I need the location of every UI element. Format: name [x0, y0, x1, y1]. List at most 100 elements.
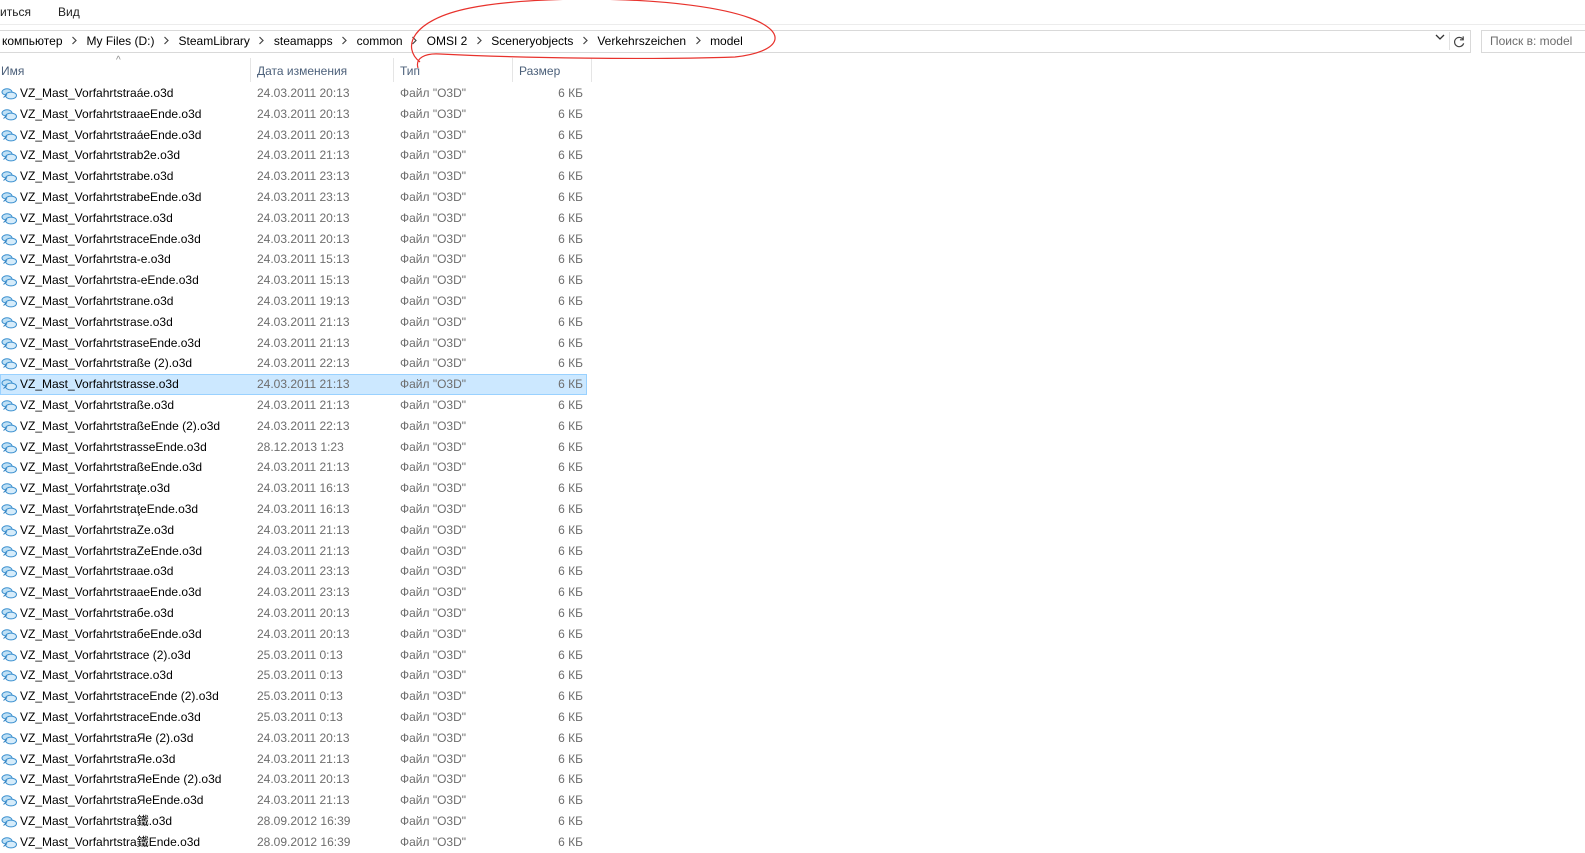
file-type: Файл "O3D": [400, 626, 467, 641]
breadcrumb-item[interactable]: My Files (D:): [85, 34, 157, 48]
file-row[interactable]: VZ_Mast_VorfahrtstraaeEnde.o3d 24.03.2011…: [0, 582, 587, 603]
breadcrumb-item[interactable]: model: [708, 34, 745, 48]
o3d-file-icon: [1, 336, 18, 351]
file-row[interactable]: VZ_Mast_Vorfahrtstrabe.o3d 24.03.2011 23:…: [0, 166, 587, 187]
file-row[interactable]: VZ_Mast_Vorfahrtstraţe.o3d 24.03.2011 16:…: [0, 478, 587, 499]
column-divider[interactable]: [512, 58, 513, 82]
file-type: Файл "O3D": [400, 293, 467, 308]
file-row[interactable]: VZ_Mast_VorfahrtstraßeEnde (2).o3d 24.03.…: [0, 416, 587, 437]
file-row[interactable]: VZ_Mast_Vorfahrtstrace (2).o3d 25.03.2011…: [0, 645, 587, 666]
column-header-date[interactable]: Дата изменения: [257, 64, 347, 78]
file-type: Файл "O3D": [400, 314, 467, 329]
file-name: VZ_Mast_VorfahrtstraßeEnde.o3d: [20, 460, 203, 475]
file-type: Файл "O3D": [400, 148, 467, 163]
breadcrumb: компьютер My Files (D:) SteamLibrary steama…: [0, 34, 745, 48]
file-type: Файл "O3D": [400, 252, 467, 267]
file-row[interactable]: VZ_Mast_Vorfahrtstra鐵Ende.o3d 28.09.2012 …: [0, 832, 587, 853]
file-size: 6 КБ: [558, 460, 583, 475]
address-bar[interactable]: компьютер My Files (D:) SteamLibrary steama…: [0, 30, 1471, 53]
file-row[interactable]: VZ_Mast_Vorfahrtstrane.o3d 24.03.2011 19:…: [0, 291, 587, 312]
menu-view[interactable]: Вид: [58, 5, 80, 19]
file-row[interactable]: VZ_Mast_VorfahrtstraЯe.o3d 24.03.2011 21:…: [0, 749, 587, 770]
column-header-size[interactable]: Размер: [519, 64, 560, 78]
chevron-right-icon[interactable]: [157, 36, 177, 48]
column-divider[interactable]: [393, 58, 394, 82]
file-row[interactable]: VZ_Mast_Vorfahrtstraße (2).o3d 24.03.2011…: [0, 353, 587, 374]
file-row[interactable]: VZ_Mast_VorfahrtstraßeEnde.o3d 24.03.2011…: [0, 457, 587, 478]
file-size: 6 КБ: [558, 293, 583, 308]
chevron-right-icon[interactable]: [252, 36, 272, 48]
file-row[interactable]: VZ_Mast_VorfahrtstraceEnde.o3d 25.03.2011…: [0, 707, 587, 728]
search-input[interactable]: Поиск в: model: [1490, 34, 1572, 48]
file-row[interactable]: VZ_Mast_VorfahrtstraceEnde.o3d 24.03.2011…: [0, 229, 587, 250]
o3d-file-icon: [1, 710, 18, 725]
file-row[interactable]: VZ_Mast_Vorfahrtstraße.o3d 24.03.2011 21:…: [0, 395, 587, 416]
column-divider[interactable]: [591, 58, 592, 82]
file-row[interactable]: VZ_Mast_VorfahrtstraбeEnde.o3d 24.03.2011…: [0, 624, 587, 645]
file-name: VZ_Mast_VorfahrtstraЯeEnde.o3d: [20, 793, 204, 808]
chevron-right-icon[interactable]: [469, 36, 489, 48]
file-row[interactable]: VZ_Mast_VorfahrtstraЯeEnde (2).o3d 24.03.…: [0, 769, 587, 790]
chevron-down-icon[interactable]: [1432, 32, 1448, 50]
file-type: Файл "O3D": [400, 481, 467, 496]
breadcrumb-item[interactable]: компьютер: [0, 34, 65, 48]
file-row[interactable]: VZ_Mast_VorfahrtstraЯe (2).o3d 24.03.2011…: [0, 728, 587, 749]
file-row[interactable]: VZ_Mast_VorfahrtstraseEnde.o3d 24.03.2011…: [0, 333, 587, 354]
file-date-modified: 24.03.2011 23:13: [257, 169, 350, 184]
breadcrumb-item[interactable]: OMSI 2: [425, 34, 470, 48]
file-row[interactable]: VZ_Mast_Vorfahrtstrace.o3d 25.03.2011 0:1…: [0, 665, 587, 686]
chevron-right-icon[interactable]: [688, 36, 708, 48]
file-row[interactable]: VZ_Mast_VorfahrtstrasseEnde.o3d 28.12.201…: [0, 437, 587, 458]
file-name: VZ_Mast_Vorfahrtstra鐵Ende.o3d: [20, 834, 201, 849]
file-row[interactable]: VZ_Mast_Vorfahrtstrab2e.o3d 24.03.2011 21…: [0, 145, 587, 166]
o3d-file-icon: [1, 107, 18, 122]
file-row[interactable]: VZ_Mast_VorfahrtstrabeEnde.o3d 24.03.2011…: [0, 187, 587, 208]
file-date-modified: 25.03.2011 0:13: [257, 709, 343, 724]
column-divider[interactable]: [250, 58, 251, 82]
chevron-right-icon[interactable]: [335, 36, 355, 48]
breadcrumb-item[interactable]: common: [355, 34, 405, 48]
chevron-right-icon[interactable]: [405, 36, 425, 48]
file-row[interactable]: VZ_Mast_Vorfahrtstrasse.o3d 24.03.2011 21…: [0, 374, 587, 395]
file-name: VZ_Mast_Vorfahrtstraae.o3d: [20, 564, 174, 579]
file-row[interactable]: VZ_Mast_VorfahrtstraţeEnde.o3d 24.03.2011…: [0, 499, 587, 520]
file-row[interactable]: VZ_Mast_VorfahrtstraceEnde (2).o3d 25.03.…: [0, 686, 587, 707]
o3d-file-icon: [1, 585, 18, 600]
menu-share[interactable]: иться: [0, 5, 31, 19]
o3d-file-icon: [1, 460, 18, 475]
file-row[interactable]: VZ_Mast_VorfahrtstraáeEnde.o3d 24.03.2011…: [0, 125, 587, 146]
chevron-right-icon[interactable]: [575, 36, 595, 48]
file-type: Файл "O3D": [400, 210, 467, 225]
file-type: Файл "O3D": [400, 106, 467, 121]
column-header-name[interactable]: Имя: [1, 64, 24, 78]
file-date-modified: 24.03.2011 21:13: [257, 148, 350, 163]
file-type: Файл "O3D": [400, 189, 467, 204]
file-row[interactable]: VZ_Mast_Vorfahrtstraáe.o3d 24.03.2011 20:…: [0, 83, 587, 104]
column-header-type[interactable]: Тип: [400, 64, 420, 78]
file-date-modified: 24.03.2011 21:13: [257, 460, 350, 475]
file-size: 6 КБ: [558, 106, 583, 121]
file-date-modified: 24.03.2011 20:13: [257, 210, 350, 225]
file-row[interactable]: VZ_Mast_VorfahrtstraZeEnde.o3d 24.03.2011…: [0, 541, 587, 562]
o3d-file-icon: [1, 440, 18, 455]
file-row[interactable]: VZ_Mast_VorfahrtstraaeEnde.o3d 24.03.2011…: [0, 104, 587, 125]
breadcrumb-item[interactable]: Sceneryobjects: [489, 34, 575, 48]
file-row[interactable]: VZ_Mast_VorfahrtstraЯeEnde.o3d 24.03.2011…: [0, 790, 587, 811]
file-row[interactable]: VZ_Mast_Vorfahrtstrace.o3d 24.03.2011 20:…: [0, 208, 587, 229]
file-row[interactable]: VZ_Mast_Vorfahrtstra-e.o3d 24.03.2011 15:…: [0, 249, 587, 270]
file-row[interactable]: VZ_Mast_Vorfahrtstrase.o3d 24.03.2011 21:…: [0, 312, 587, 333]
file-row[interactable]: VZ_Mast_Vorfahrtstraбe.o3d 24.03.2011 20:…: [0, 603, 587, 624]
breadcrumb-item[interactable]: SteamLibrary: [177, 34, 252, 48]
file-row[interactable]: VZ_Mast_Vorfahrtstra鐵.o3d 28.09.2012 16:3…: [0, 811, 587, 832]
chevron-right-icon[interactable]: [65, 36, 85, 48]
breadcrumb-item[interactable]: steamapps: [272, 34, 335, 48]
refresh-icon[interactable]: [1449, 32, 1468, 50]
file-date-modified: 24.03.2011 15:13: [257, 252, 350, 267]
file-row[interactable]: VZ_Mast_Vorfahrtstraae.o3d 24.03.2011 23:…: [0, 561, 587, 582]
breadcrumb-item[interactable]: Verkehrszeichen: [595, 34, 688, 48]
file-row[interactable]: VZ_Mast_Vorfahrtstra-eEnde.o3d 24.03.2011…: [0, 270, 587, 291]
file-row[interactable]: VZ_Mast_VorfahrtstraZe.o3d 24.03.2011 21:…: [0, 520, 587, 541]
o3d-file-icon: [1, 86, 18, 101]
file-type: Файл "O3D": [400, 689, 467, 704]
search-box[interactable]: Поиск в: model: [1481, 30, 1585, 53]
